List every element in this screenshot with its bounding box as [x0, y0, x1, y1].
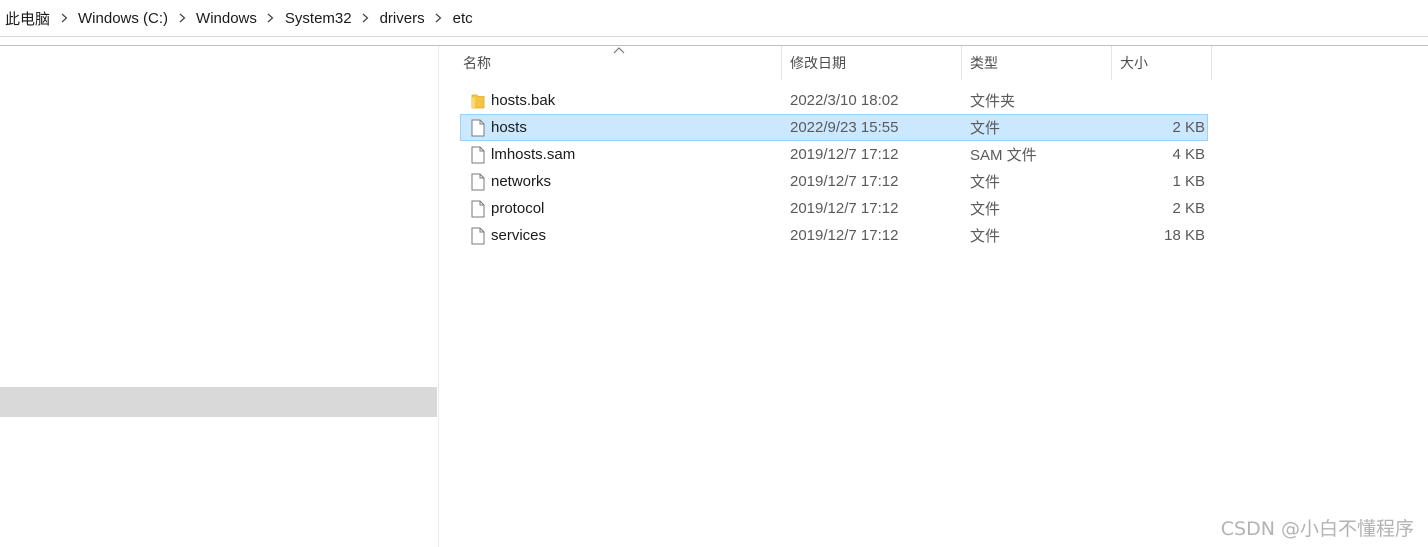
file-row-networks[interactable]: networks 2019/12/7 17:12 文件 1 KB: [460, 168, 1208, 195]
chevron-right-icon[interactable]: [53, 8, 75, 28]
file-name: protocol: [491, 200, 545, 217]
file-date: 2019/12/7 17:12: [790, 146, 899, 163]
file-list: hosts.bak 2022/3/10 18:02 文件夹 hosts 2022…: [460, 87, 1208, 249]
breadcrumb-item-system32[interactable]: System32: [282, 8, 355, 29]
file-icon: [461, 195, 491, 222]
breadcrumb-item-this-pc[interactable]: 此电脑: [2, 6, 53, 31]
chevron-right-icon[interactable]: [260, 8, 282, 28]
column-header-row: 名称 修改日期 类型 大小: [440, 46, 1212, 80]
file-size: 2 KB: [1172, 200, 1205, 217]
breadcrumb-item-c-drive[interactable]: Windows (C:): [75, 8, 171, 29]
file-icon: [461, 141, 491, 168]
file-date: 2022/9/23 15:55: [790, 119, 899, 136]
breadcrumb-item-etc[interactable]: etc: [450, 8, 476, 29]
file-size: 2 KB: [1172, 119, 1205, 136]
file-date: 2019/12/7 17:12: [790, 227, 899, 244]
file-type: 文件: [970, 201, 1001, 218]
file-type: 文件: [970, 228, 1001, 245]
watermark: CSDN @小白不懂程序: [1220, 518, 1414, 540]
file-explorer-window: 此电脑 Windows (C:) Windows System32 driver…: [0, 0, 1428, 547]
file-row-protocol[interactable]: protocol 2019/12/7 17:12 文件 2 KB: [460, 195, 1208, 222]
chevron-right-icon[interactable]: [428, 8, 450, 28]
file-name: hosts: [491, 119, 527, 136]
file-row-hosts-bak[interactable]: hosts.bak 2022/3/10 18:02 文件夹: [460, 87, 1208, 114]
file-name: hosts.bak: [491, 92, 556, 109]
navigation-pane[interactable]: [0, 46, 439, 547]
breadcrumb[interactable]: 此电脑 Windows (C:) Windows System32 driver…: [0, 0, 1428, 37]
file-name: networks: [491, 173, 552, 190]
chevron-right-icon[interactable]: [355, 8, 377, 28]
file-date: 2019/12/7 17:12: [790, 173, 899, 190]
file-icon: [461, 114, 491, 141]
file-type: 文件: [970, 120, 1001, 137]
file-row-services[interactable]: services 2019/12/7 17:12 文件 18 KB: [460, 222, 1208, 249]
chevron-right-icon[interactable]: [171, 8, 193, 28]
breadcrumb-item-windows[interactable]: Windows: [193, 8, 260, 29]
file-name: lmhosts.sam: [491, 146, 576, 163]
column-header-size[interactable]: 大小: [1112, 46, 1212, 80]
column-header-type[interactable]: 类型: [962, 46, 1112, 80]
file-date: 2019/12/7 17:12: [790, 200, 899, 217]
file-type: 文件夹: [970, 93, 1016, 110]
file-icon: [461, 222, 491, 249]
folder-icon: [461, 87, 491, 114]
file-row-hosts[interactable]: hosts 2022/9/23 15:55 文件 2 KB: [460, 114, 1208, 141]
file-type: SAM 文件: [970, 147, 1037, 164]
nav-selected-item[interactable]: [0, 387, 437, 417]
file-size: 4 KB: [1172, 146, 1205, 163]
breadcrumb-item-drivers[interactable]: drivers: [377, 8, 428, 29]
file-date: 2022/3/10 18:02: [790, 92, 899, 109]
file-type: 文件: [970, 174, 1001, 191]
file-row-lmhosts-sam[interactable]: lmhosts.sam 2019/12/7 17:12 SAM 文件 4 KB: [460, 141, 1208, 168]
file-name: services: [491, 227, 547, 244]
file-list-pane[interactable]: 名称 修改日期 类型 大小 hosts.bak 2022/3/10 18:02 …: [440, 46, 1428, 547]
file-size: 1 KB: [1172, 173, 1205, 190]
file-size: 18 KB: [1164, 227, 1205, 244]
column-header-date[interactable]: 修改日期: [782, 46, 962, 80]
file-icon: [461, 168, 491, 195]
column-header-name[interactable]: 名称: [440, 46, 782, 80]
